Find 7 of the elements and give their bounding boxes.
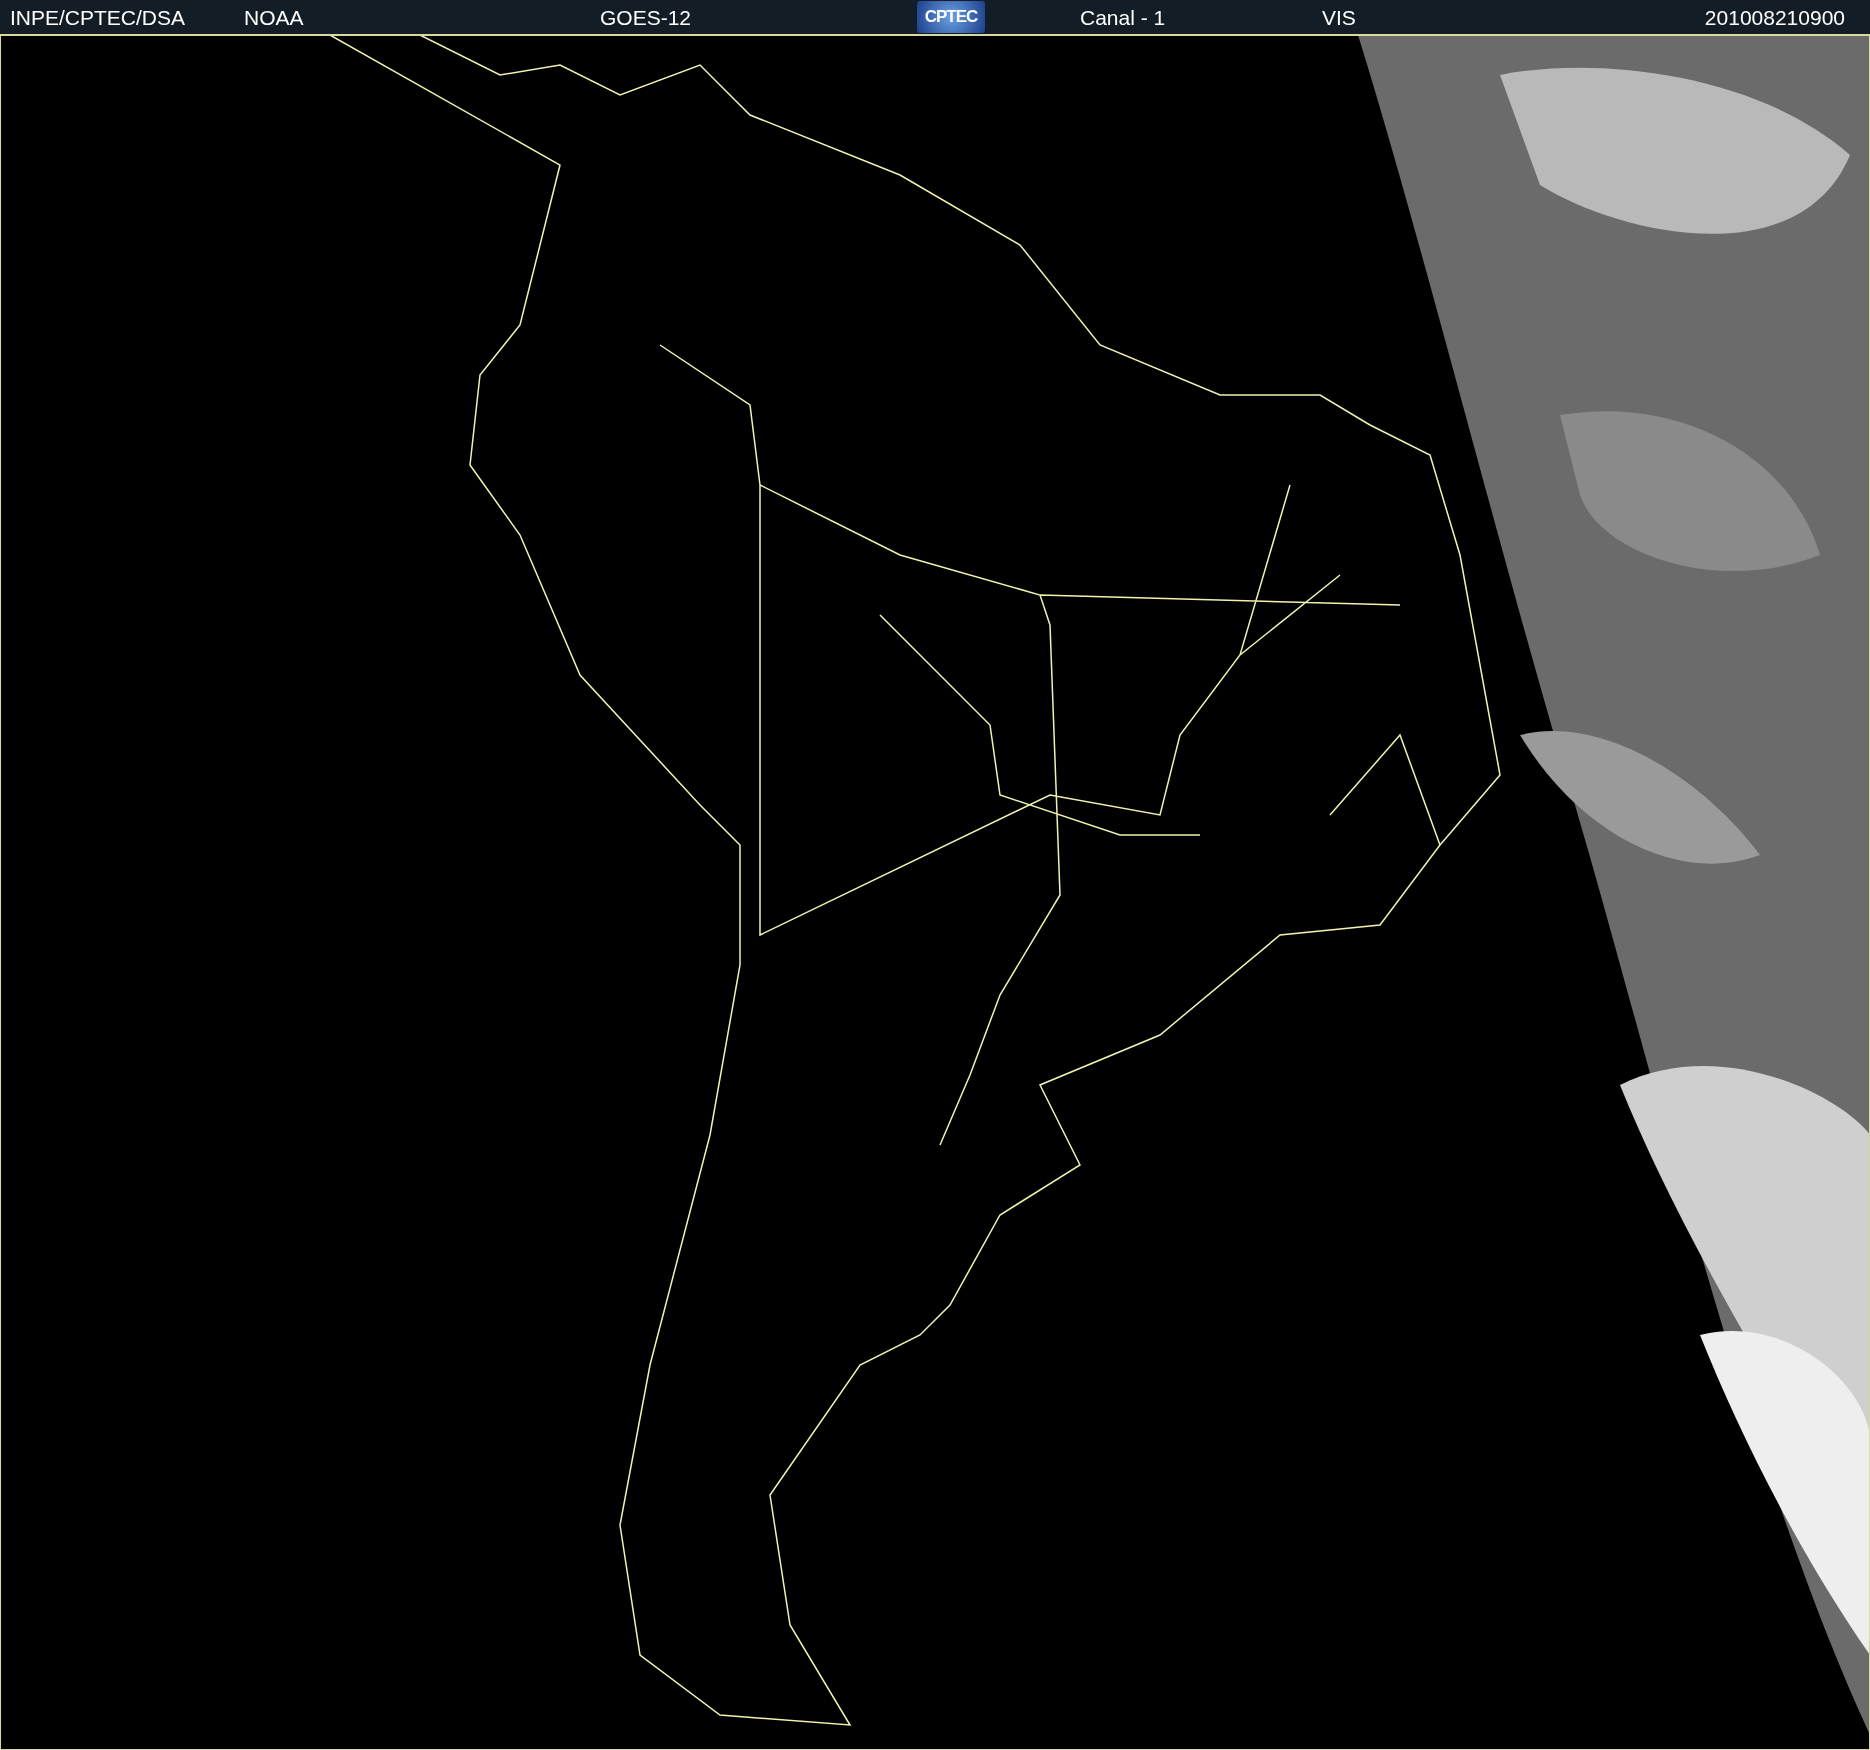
header-label: Canal - 1: [1080, 5, 1166, 30]
header-label: INPE/CPTEC/DSA: [10, 5, 186, 30]
header-label: GOES-12: [600, 5, 692, 30]
header-label: 201008210900: [1704, 5, 1845, 30]
header-label: VIS: [1322, 5, 1356, 30]
header-label: NOAA: [244, 5, 304, 30]
cptec-logo: CPTEC: [917, 1, 985, 33]
